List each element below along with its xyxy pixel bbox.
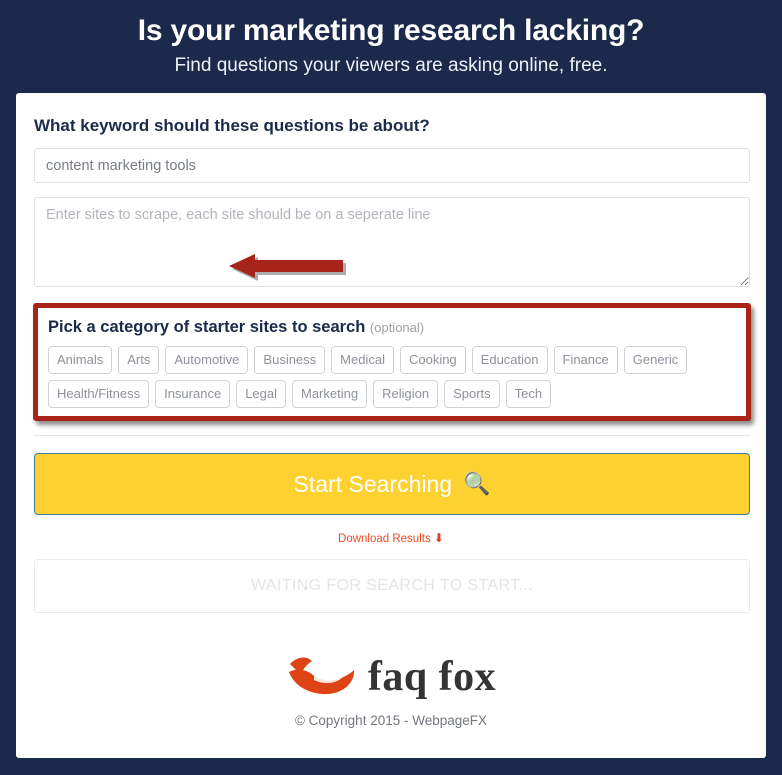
download-results-link[interactable]: Download Results ⬇ [338, 531, 444, 545]
start-searching-button[interactable]: Start Searching 🔍 [34, 453, 750, 515]
category-heading-text: Pick a category of starter sites to sear… [48, 318, 366, 336]
page-subtitle: Find questions your viewers are asking o… [174, 55, 608, 76]
page-title: Is your marketing research lacking? [137, 14, 645, 47]
category-tag-generic[interactable]: Generic [623, 346, 688, 374]
category-tag-animals[interactable]: Animals [48, 346, 113, 374]
search-card: What keyword should these questions be a… [16, 93, 766, 758]
category-tag-medical[interactable]: Medical [331, 346, 394, 374]
category-heading: Pick a category of starter sites to sear… [48, 317, 736, 338]
category-tag-cooking[interactable]: Cooking [399, 346, 466, 374]
brand-logo: faq fox [34, 651, 748, 703]
card-footer: faq fox © Copyright 2015 - WebpageFX [34, 651, 748, 728]
category-tag-arts[interactable]: Arts [118, 346, 160, 374]
sites-textarea[interactable] [34, 197, 750, 287]
brand-logo-text: faq fox [367, 654, 497, 700]
category-tag-religion[interactable]: Religion [373, 380, 439, 408]
page-header: Is your marketing research lacking? Find… [0, 0, 782, 93]
category-tag-sports[interactable]: Sports [444, 380, 500, 408]
category-tag-health-fitness[interactable]: Health/Fitness [48, 380, 150, 408]
start-searching-label: Start Searching [293, 471, 453, 497]
download-results-label: Download Results [338, 533, 431, 545]
fox-logo-icon [288, 657, 354, 695]
category-tag-finance[interactable]: Finance [553, 346, 618, 374]
keyword-label: What keyword should these questions be a… [34, 116, 430, 135]
search-status-text: WAITING FOR SEARCH TO START... [250, 577, 534, 594]
category-tag-legal[interactable]: Legal [236, 380, 286, 408]
category-tag-marketing[interactable]: Marketing [292, 380, 368, 408]
search-icon: 🔍 [463, 471, 491, 496]
category-section: Pick a category of starter sites to sear… [33, 303, 751, 421]
section-divider [34, 435, 750, 436]
download-row: Download Results ⬇ [34, 529, 748, 547]
arrow-down-icon: ⬇ [433, 531, 444, 545]
copyright-text: © Copyright 2015 - WebpageFX [294, 713, 488, 728]
category-tag-automotive[interactable]: Automotive [165, 346, 249, 374]
keyword-input[interactable] [34, 148, 750, 183]
category-tag-list: Animals Arts Automotive Business Medical… [48, 346, 736, 408]
category-tag-education[interactable]: Education [471, 346, 548, 374]
search-status-box: WAITING FOR SEARCH TO START... [34, 559, 750, 613]
category-optional-note: (optional) [369, 320, 425, 335]
category-tag-business[interactable]: Business [254, 346, 326, 374]
category-tag-tech[interactable]: Tech [505, 380, 552, 408]
category-tag-insurance[interactable]: Insurance [155, 380, 231, 408]
